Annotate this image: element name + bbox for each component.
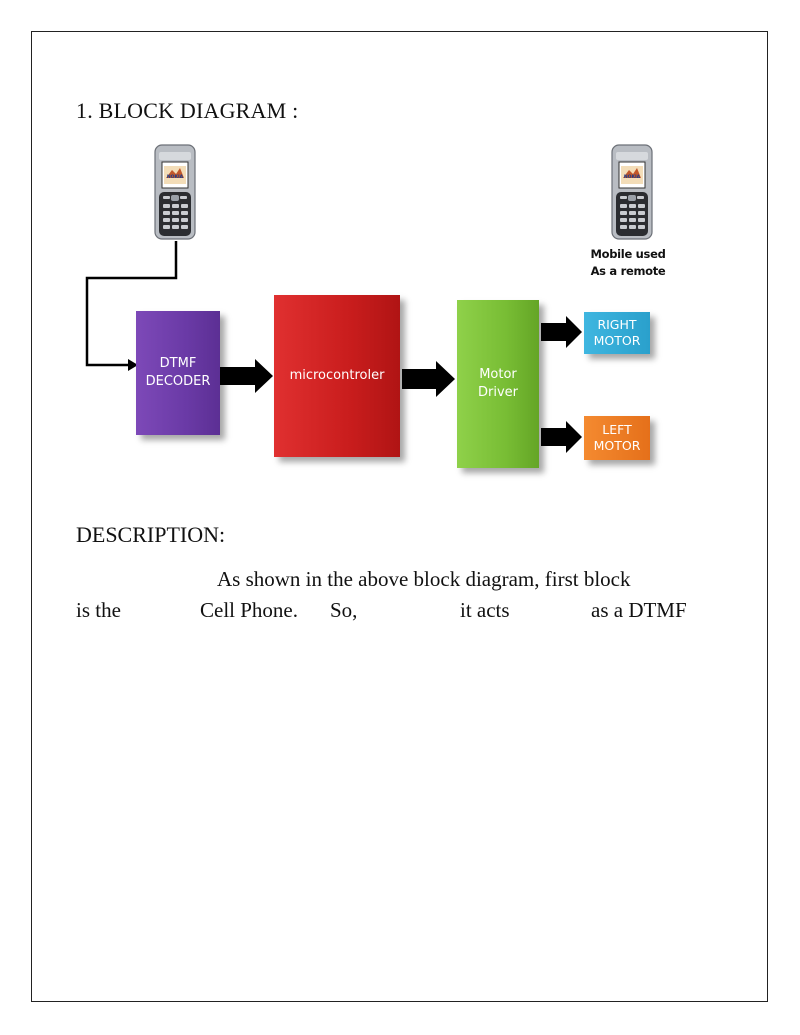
microcontroller-label: microcontroler — [289, 368, 385, 384]
mobile-phone-remote-icon: NOKIA — [611, 144, 653, 240]
description-heading: DESCRIPTION: — [76, 522, 226, 547]
paragraph-word-5: as a DTMF — [591, 598, 687, 622]
block-diagram: NOKIA NOKIA Mobile used As a remote DTMF… — [70, 140, 690, 500]
motor-driver-label: Motor Driver — [477, 367, 518, 400]
left-motor-label: LEFT MOTOR — [593, 421, 641, 453]
arrow-micro-to-driver — [402, 361, 455, 397]
paragraph-word-3: So, — [330, 598, 358, 622]
paragraph-word-4: it acts — [460, 598, 510, 622]
arrow-dtmf-to-micro — [220, 359, 273, 393]
arrow-driver-to-left-motor — [541, 421, 582, 453]
paragraph-word-2: Cell Phone. — [200, 598, 298, 622]
motor-driver-block: Motor Driver — [457, 300, 539, 468]
mobile-remote-caption: Mobile used As a remote — [590, 247, 666, 279]
microcontroller-block: microcontroler — [274, 295, 400, 457]
right-motor-block: RIGHT MOTOR — [584, 312, 650, 354]
dtmf-decoder-label: DTMF DECODER — [145, 356, 211, 389]
phone-brand-label: NOKIA — [167, 174, 184, 180]
left-motor-block: LEFT MOTOR — [584, 416, 650, 460]
section-heading: 1. BLOCK DIAGRAM : — [76, 98, 299, 123]
paragraph-word-1: is the — [76, 598, 121, 622]
dtmf-decoder-block: DTMF DECODER — [136, 311, 220, 435]
paragraph-line-1: As shown in the above block diagram, fir… — [217, 567, 631, 591]
right-motor-label: RIGHT MOTOR — [593, 316, 641, 348]
phone-brand-label-right: NOKIA — [624, 174, 641, 180]
mobile-phone-icon: NOKIA — [154, 144, 196, 240]
arrow-driver-to-right-motor — [541, 316, 582, 348]
